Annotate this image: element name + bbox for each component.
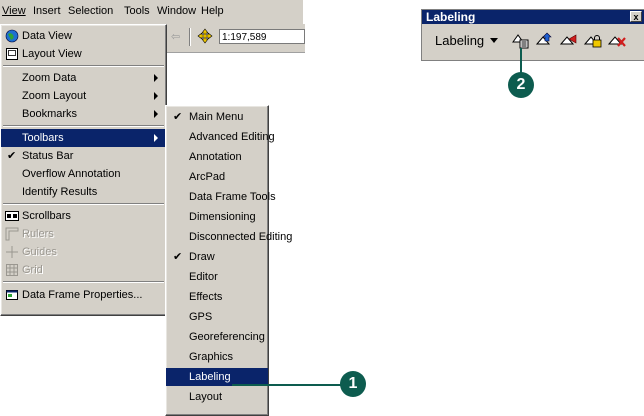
callout-1-leader-line: [232, 384, 344, 386]
menu-item-rulers[interactable]: Rulers: [1, 225, 166, 243]
menu-selection[interactable]: Selection: [68, 5, 113, 17]
menu-item-overflow-annotation[interactable]: Overflow Annotation: [1, 165, 166, 183]
toolbar-item-graphics[interactable]: Graphics: [166, 348, 268, 366]
menu-item-data-view[interactable]: Data View: [1, 27, 166, 45]
pause-labeling-icon[interactable]: [606, 31, 628, 51]
toolbar-item-dimensioning[interactable]: Dimensioning: [166, 208, 268, 226]
menu-insert[interactable]: Insert: [33, 5, 61, 17]
toolbar-item-editor[interactable]: Editor: [166, 268, 268, 286]
toolbar-item-data-frame-tools[interactable]: Data Frame Tools: [166, 188, 276, 206]
standard-toolbar: ⇦ 1:197,589: [165, 24, 305, 53]
map-scale-input[interactable]: 1:197,589: [219, 29, 305, 44]
toolbar-item-effects[interactable]: Effects: [166, 288, 268, 306]
menu-separator: [3, 125, 164, 127]
submenu-arrow-icon: [154, 92, 158, 100]
toolbar-separator: [189, 28, 191, 46]
page-icon: [6, 48, 18, 60]
menu-item-grid[interactable]: Grid: [1, 261, 166, 279]
back-arrow-icon[interactable]: ⇦: [171, 30, 180, 43]
menu-bar: View Insert Selection Tools Window Help: [0, 0, 303, 24]
checkmark-icon: ✔: [173, 251, 183, 263]
view-menu: Data View Layout View Zoom Data Zoom Lay…: [0, 24, 167, 316]
submenu-arrow-icon: [154, 110, 158, 118]
submenu-arrow-icon: [154, 74, 158, 82]
toolbar-item-gps[interactable]: GPS: [166, 308, 268, 326]
menu-tools[interactable]: Tools: [124, 5, 150, 17]
label-weights-icon[interactable]: [558, 31, 580, 51]
menu-view[interactable]: View: [2, 5, 26, 17]
submenu-arrow-icon: [154, 134, 158, 142]
callout-1-badge: 1: [340, 371, 366, 397]
rulers-icon: [5, 227, 19, 241]
menu-help[interactable]: Help: [201, 5, 224, 17]
menu-item-data-frame-properties[interactable]: Data Frame Properties...: [1, 286, 166, 304]
menu-item-identify-results[interactable]: Identify Results: [1, 183, 166, 201]
menu-item-zoom-layout[interactable]: Zoom Layout: [1, 87, 166, 105]
guides-icon: [6, 246, 18, 258]
menu-window[interactable]: Window: [157, 5, 196, 17]
checkmark-icon: ✔: [7, 150, 17, 162]
grid-icon: [6, 264, 18, 276]
callout-2-badge: 2: [508, 72, 534, 98]
toolbar-item-draw[interactable]: ✔ Draw: [166, 248, 268, 266]
menu-separator: [3, 203, 164, 205]
toolbar-item-georeferencing[interactable]: Georeferencing: [166, 328, 268, 346]
labeling-dropdown[interactable]: Labeling: [435, 33, 499, 48]
labeling-toolbar-title: Labeling: [426, 10, 476, 24]
toolbars-submenu: ✔ Main Menu Advanced Editing Annotation A…: [165, 105, 292, 416]
labeling-toolbar-window[interactable]: Labeling x Labeling: [421, 9, 644, 61]
menu-item-layout-view[interactable]: Layout View: [1, 45, 166, 63]
labeling-toolbar-titlebar[interactable]: Labeling x: [422, 10, 644, 24]
globe-icon: [5, 29, 19, 43]
labeling-dropdown-label: Labeling: [435, 33, 485, 48]
toolbar-item-main-menu[interactable]: ✔ Main Menu: [166, 108, 268, 126]
toolbar-item-disconnected-editing[interactable]: Disconnected Editing: [166, 228, 292, 246]
menu-item-zoom-data[interactable]: Zoom Data: [1, 69, 166, 87]
menu-item-toolbars[interactable]: Toolbars: [1, 129, 166, 147]
label-priority-icon[interactable]: [534, 31, 556, 51]
toolbar-item-annotation[interactable]: Annotation: [166, 148, 268, 166]
toolbar-item-arcpad[interactable]: ArcPad: [166, 168, 268, 186]
menu-item-guides[interactable]: Guides: [1, 243, 166, 261]
checkmark-icon: ✔: [173, 111, 183, 123]
menu-separator: [3, 65, 164, 67]
menu-item-scrollbars[interactable]: Scrollbars: [1, 207, 166, 225]
toolbar-item-layout[interactable]: Layout: [166, 388, 268, 406]
properties-icon: [6, 290, 18, 300]
toolbar-item-advanced-editing[interactable]: Advanced Editing: [166, 128, 275, 146]
pan-icon[interactable]: [197, 28, 213, 44]
close-icon[interactable]: x: [630, 11, 642, 22]
menu-separator: [3, 281, 164, 283]
dropdown-arrow-icon: [490, 38, 499, 43]
lock-labels-icon[interactable]: [582, 31, 604, 51]
menu-item-bookmarks[interactable]: Bookmarks: [1, 105, 166, 123]
menu-item-status-bar[interactable]: ✔ Status Bar: [1, 147, 166, 165]
scrollbars-icon: [5, 211, 19, 221]
